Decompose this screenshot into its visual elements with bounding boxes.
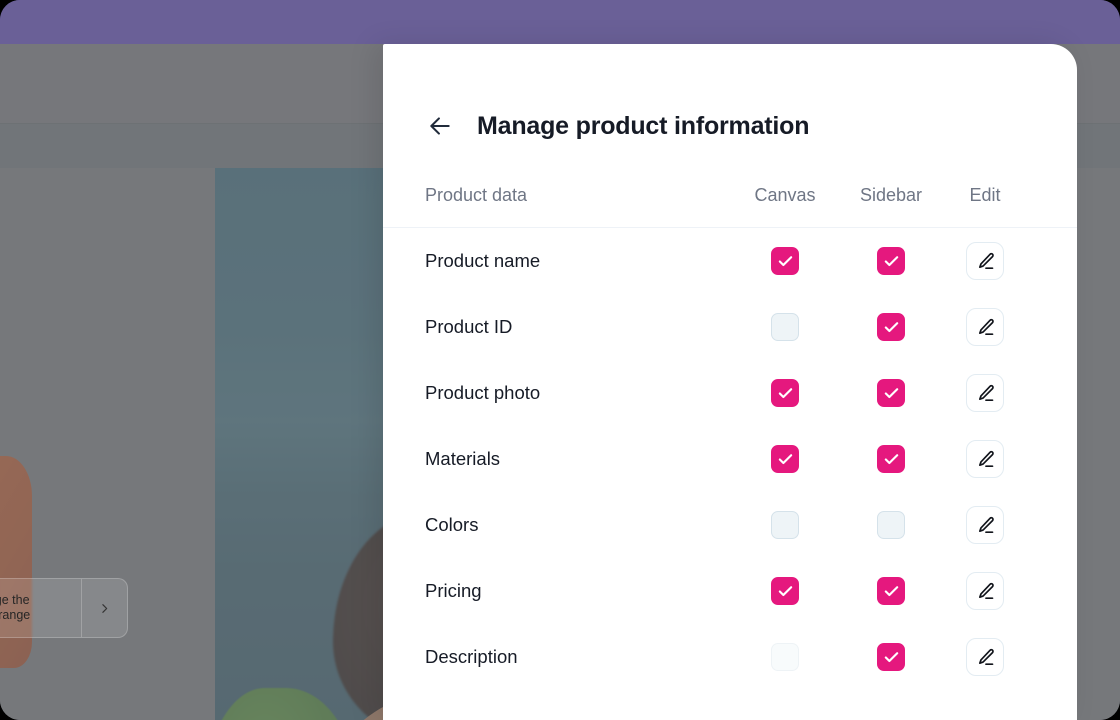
pencil-edit-icon: [978, 318, 994, 335]
canvas-checkbox[interactable]: [771, 247, 799, 275]
sidebar-checkbox[interactable]: [877, 511, 905, 539]
canvas-checkbox[interactable]: [771, 577, 799, 605]
annotation-card-text: Orange the fruit orange: [0, 579, 81, 637]
check-icon: [778, 453, 792, 464]
table-header-row: Product data Canvas Sidebar Edit: [383, 164, 1077, 228]
sidebar-cell: [841, 445, 941, 473]
edit-cell: [941, 506, 1029, 544]
check-icon: [778, 387, 792, 398]
check-icon: [778, 585, 792, 596]
arrow-left-icon: [430, 117, 450, 135]
pencil-edit-icon: [978, 648, 994, 665]
sidebar-checkbox[interactable]: [877, 577, 905, 605]
manage-product-information-panel: Manage product information Product data …: [383, 44, 1077, 720]
pencil-edit-icon: [978, 450, 994, 467]
edit-button[interactable]: [966, 308, 1004, 346]
row-label: Product ID: [425, 316, 513, 337]
app-top-bar: [0, 0, 1120, 44]
row-label: Product name: [425, 250, 541, 271]
canvas-checkbox[interactable]: [771, 445, 799, 473]
check-icon: [884, 255, 898, 266]
pencil-edit-icon: [978, 384, 994, 401]
sidebar-checkbox[interactable]: [877, 313, 905, 341]
column-header-product-data: Product data: [425, 185, 528, 205]
canvas-cell: [729, 445, 841, 473]
sidebar-cell: [841, 511, 941, 539]
canvas-cell: [729, 313, 841, 341]
table-row-1: Product ID: [383, 294, 1077, 360]
check-icon: [884, 387, 898, 398]
back-button[interactable]: [425, 111, 455, 141]
table-row-2: Product photo: [383, 360, 1077, 426]
chevron-right-icon[interactable]: [81, 579, 127, 637]
edit-cell: [941, 374, 1029, 412]
canvas-cell: [729, 511, 841, 539]
sidebar-cell: [841, 379, 941, 407]
canvas-checkbox[interactable]: [771, 313, 799, 341]
sidebar-cell: [841, 577, 941, 605]
table-body: Product name Product ID Product photo Ma…: [383, 228, 1077, 690]
sidebar-checkbox[interactable]: [877, 379, 905, 407]
table-row-4: Colors: [383, 492, 1077, 558]
edit-cell: [941, 440, 1029, 478]
column-header-canvas: Canvas: [754, 185, 816, 205]
table-row-6: Description: [383, 624, 1077, 690]
edit-button[interactable]: [966, 506, 1004, 544]
edit-cell: [941, 572, 1029, 610]
row-label: Description: [425, 646, 518, 667]
check-icon: [884, 321, 898, 332]
row-label: Product photo: [425, 382, 541, 403]
panel-header: Manage product information: [383, 44, 1077, 164]
sidebar-cell: [841, 247, 941, 275]
product-data-table: Product data Canvas Sidebar Edit Product…: [383, 164, 1077, 690]
canvas-cell: [729, 643, 841, 671]
sidebar-checkbox[interactable]: [877, 445, 905, 473]
canvas-cell: [729, 577, 841, 605]
row-label: Materials: [425, 448, 501, 469]
edit-button[interactable]: [966, 572, 1004, 610]
edit-button[interactable]: [966, 242, 1004, 280]
edit-button[interactable]: [966, 638, 1004, 676]
check-icon: [778, 255, 792, 266]
sidebar-cell: [841, 313, 941, 341]
annotation-line-1: Orange the: [0, 593, 30, 607]
edit-button[interactable]: [966, 440, 1004, 478]
canvas-checkbox[interactable]: [771, 379, 799, 407]
sidebar-checkbox[interactable]: [877, 643, 905, 671]
canvas-annotation-card[interactable]: Orange the fruit orange: [0, 578, 128, 638]
app-screenshot: Orange the fruit orange Manage product i…: [0, 0, 1120, 720]
edit-cell: [941, 638, 1029, 676]
canvas-checkbox[interactable]: [771, 643, 799, 671]
table-row-5: Pricing: [383, 558, 1077, 624]
edit-cell: [941, 308, 1029, 346]
edit-button[interactable]: [966, 374, 1004, 412]
pencil-edit-icon: [978, 252, 994, 269]
table-row-3: Materials: [383, 426, 1077, 492]
sidebar-checkbox[interactable]: [877, 247, 905, 275]
check-icon: [884, 453, 898, 464]
pencil-edit-icon: [978, 516, 994, 533]
canvas-cell: [729, 247, 841, 275]
canvas-cell: [729, 379, 841, 407]
row-label: Pricing: [425, 580, 482, 601]
annotation-line-2: fruit orange: [0, 608, 31, 622]
table-row-0: Product name: [383, 228, 1077, 294]
page-title: Manage product information: [477, 111, 810, 140]
row-label: Colors: [425, 514, 479, 535]
pencil-edit-icon: [978, 582, 994, 599]
check-icon: [884, 585, 898, 596]
edit-cell: [941, 242, 1029, 280]
column-header-sidebar: Sidebar: [859, 185, 923, 205]
column-header-edit: Edit: [969, 185, 1001, 205]
check-icon: [884, 651, 898, 662]
sidebar-cell: [841, 643, 941, 671]
canvas-checkbox[interactable]: [771, 511, 799, 539]
photo-foliage: [215, 688, 355, 720]
